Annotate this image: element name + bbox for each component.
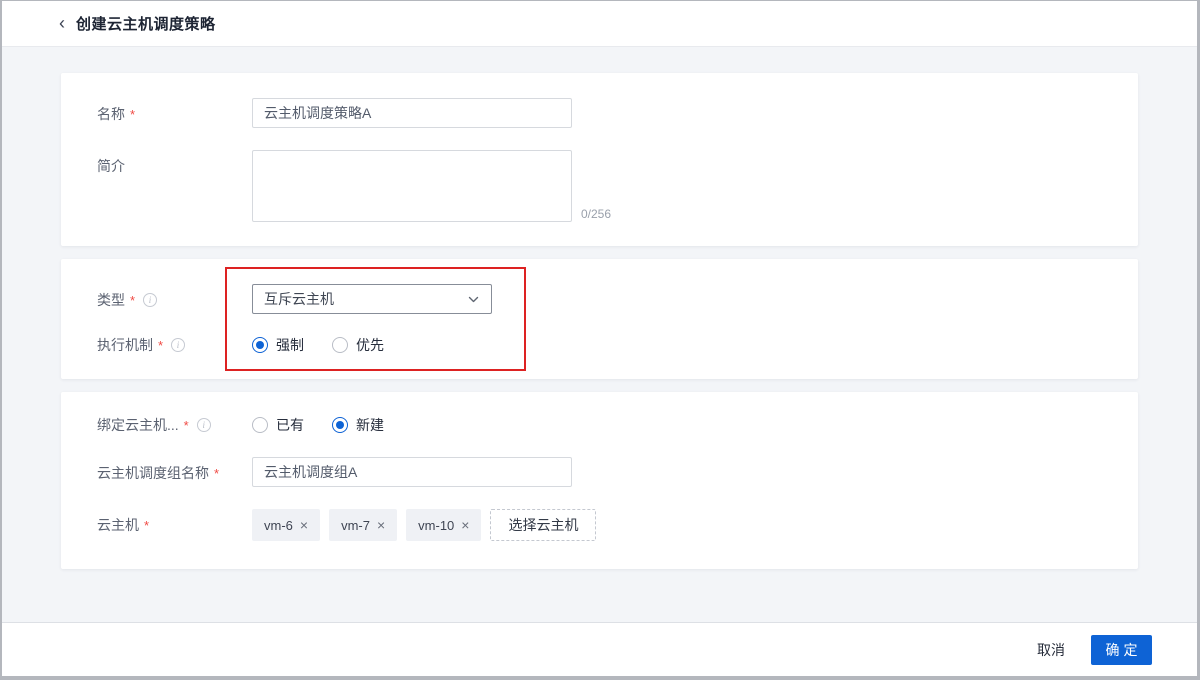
mechanism-label: 执行机制 (97, 335, 153, 355)
back-icon[interactable]: ‹ (59, 14, 65, 32)
description-label: 简介 (97, 156, 125, 176)
radio-checked-icon (332, 417, 348, 433)
radio-unchecked-icon (332, 337, 348, 353)
page-title: 创建云主机调度策略 (76, 13, 216, 34)
required-marker: * (130, 107, 135, 122)
radio-label: 已有 (276, 415, 304, 435)
tag-label: vm-10 (418, 518, 454, 533)
type-select-value: 互斥云主机 (264, 289, 334, 309)
host-tag: vm-6 × (252, 509, 320, 541)
basic-info-card: 名称 * 简介 0/256 (61, 73, 1138, 246)
radio-label: 强制 (276, 335, 304, 355)
type-info-icon[interactable]: i (143, 293, 157, 307)
radio-unchecked-icon (252, 417, 268, 433)
annotation-box (225, 267, 526, 371)
radio-bind-existing[interactable]: 已有 (252, 415, 304, 435)
cancel-button[interactable]: 取消 (1037, 640, 1065, 660)
name-label-col: 名称 * (97, 98, 252, 124)
bind-radio-group: 已有 新建 (252, 414, 384, 435)
mechanism-field-row: 执行机制 * i 强制 优先 (97, 334, 1102, 355)
required-marker: * (130, 293, 135, 308)
group-name-label-col: 云主机调度组名称 * (97, 457, 252, 483)
name-label: 名称 (97, 104, 125, 124)
required-marker: * (144, 518, 149, 533)
host-tag: vm-10 × (406, 509, 481, 541)
type-label-col: 类型 * i (97, 284, 252, 310)
page-header: ‹ 创建云主机调度策略 (2, 1, 1197, 47)
form-content: 名称 * 简介 0/256 类型 * i 互斥云主机 (2, 47, 1197, 622)
tag-label: vm-6 (264, 518, 293, 533)
page-footer: 取消 确定 (2, 622, 1197, 676)
type-select[interactable]: 互斥云主机 (252, 284, 492, 314)
bind-label: 绑定云主机... (97, 415, 179, 435)
select-host-button[interactable]: 选择云主机 (490, 509, 596, 541)
description-wrap: 0/256 (252, 150, 611, 222)
description-field-row: 简介 0/256 (97, 150, 1102, 222)
required-marker: * (214, 466, 219, 481)
tag-label: vm-7 (341, 518, 370, 533)
required-marker: * (184, 418, 189, 433)
bind-info-icon[interactable]: i (197, 418, 211, 432)
name-input[interactable] (252, 98, 572, 128)
type-field-row: 类型 * i 互斥云主机 (97, 284, 1102, 314)
chevron-down-icon (467, 293, 480, 306)
mechanism-radio-group: 强制 优先 (252, 334, 384, 355)
char-counter: 0/256 (581, 207, 611, 221)
description-label-col: 简介 (97, 150, 252, 176)
name-field-row: 名称 * (97, 98, 1102, 128)
host-field-row: 云主机 * vm-6 × vm-7 × vm-10 × 选择云主机 (97, 509, 1102, 541)
remove-tag-icon[interactable]: × (300, 518, 308, 532)
radio-mechanism-force[interactable]: 强制 (252, 335, 304, 355)
required-marker: * (158, 338, 163, 353)
description-textarea[interactable] (252, 150, 572, 222)
group-name-input[interactable] (252, 457, 572, 487)
remove-tag-icon[interactable]: × (377, 518, 385, 532)
type-label: 类型 (97, 290, 125, 310)
radio-label: 优先 (356, 335, 384, 355)
mechanism-info-icon[interactable]: i (171, 338, 185, 352)
radio-bind-new[interactable]: 新建 (332, 415, 384, 435)
radio-label: 新建 (356, 415, 384, 435)
group-name-field-row: 云主机调度组名称 * (97, 457, 1102, 487)
bind-group-card: 绑定云主机...* i 已有 新建 云主机调度组名称* 云 (61, 392, 1138, 569)
host-tag: vm-7 × (329, 509, 397, 541)
remove-tag-icon[interactable]: × (461, 518, 469, 532)
radio-mechanism-priority[interactable]: 优先 (332, 335, 384, 355)
bind-label-col: 绑定云主机... * i (97, 414, 252, 435)
host-label-col: 云主机 * (97, 509, 252, 535)
host-label: 云主机 (97, 515, 139, 535)
confirm-button[interactable]: 确定 (1091, 635, 1152, 665)
policy-type-card: 类型 * i 互斥云主机 执行机制 * i 强制 优先 (61, 259, 1138, 379)
mechanism-label-col: 执行机制 * i (97, 334, 252, 355)
group-name-label: 云主机调度组名称 (97, 463, 209, 483)
host-tags-row: vm-6 × vm-7 × vm-10 × 选择云主机 (252, 509, 596, 541)
radio-checked-icon (252, 337, 268, 353)
bind-field-row: 绑定云主机... * i 已有 新建 (97, 414, 1102, 435)
